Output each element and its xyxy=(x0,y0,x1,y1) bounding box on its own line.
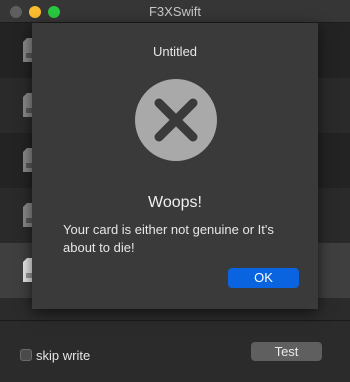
sheet-title: Untitled xyxy=(152,44,198,59)
skip-write-checkbox[interactable]: skip write xyxy=(20,347,90,363)
title-bar: F3XSwift xyxy=(0,0,350,23)
ok-button[interactable]: OK xyxy=(228,268,299,288)
alert-message: Your card is either not genuine or It's … xyxy=(63,222,274,255)
checkbox-box[interactable] xyxy=(20,349,32,361)
alert-sheet: Untitled Woops! Your card is either not … xyxy=(32,23,318,309)
skip-write-label: skip write xyxy=(36,347,91,363)
error-x-icon xyxy=(135,79,217,161)
test-button[interactable]: Test xyxy=(251,342,322,361)
alert-heading: Woops! xyxy=(148,194,202,211)
footer-divider xyxy=(0,320,350,321)
window-title: F3XSwift xyxy=(148,4,201,19)
